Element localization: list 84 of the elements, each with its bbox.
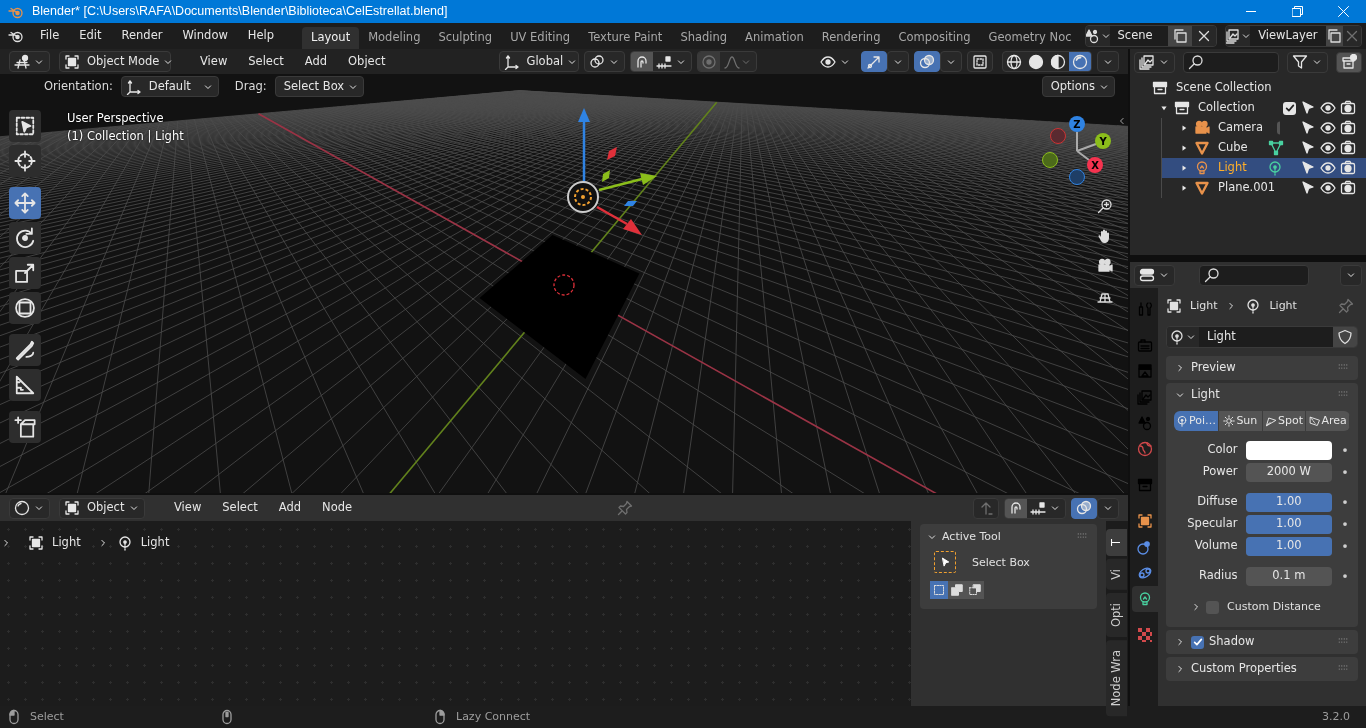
panel-title[interactable]: Shadow [1209, 635, 1331, 649]
field-label: Diffuse [1196, 495, 1238, 509]
workspace-tab[interactable]: Compositing [889, 27, 980, 49]
status-hint: Select [30, 710, 64, 724]
breadcrumb-item: Light [140, 536, 170, 550]
sidebar-tab[interactable]: T [1106, 529, 1127, 557]
menu-item[interactable]: Window [174, 29, 236, 43]
window-title: Blender* [C:\Users\RAFA\Documents\Blender\Biblioteca\CelEstrellat.blend] [32, 4, 449, 19]
light-type-button[interactable]: Area [1306, 411, 1350, 431]
axis-handle[interactable]: Z [1069, 116, 1085, 132]
tree-label: Plane.001 [1218, 181, 1276, 195]
menu-item[interactable]: Select [240, 54, 292, 69]
field-label: Specular [1186, 517, 1238, 531]
menu-item[interactable]: Help [239, 29, 283, 43]
workspace-tab[interactable]: Modeling [359, 27, 430, 49]
axis-handle[interactable]: Y [1095, 133, 1111, 149]
value-slider[interactable]: 1.00 [1245, 514, 1332, 534]
tree-label: Scene Collection [1176, 81, 1272, 95]
tree-label: Collection [1198, 101, 1255, 115]
scene-name-field[interactable]: Scene [1109, 26, 1169, 46]
menu-item[interactable]: Object [340, 54, 394, 69]
menu-item[interactable]: Render [113, 29, 171, 43]
drag-label: Drag: [234, 79, 267, 94]
menu-item[interactable]: View [166, 501, 210, 515]
view-layer-selector[interactable]: ViewLayer [1225, 25, 1362, 47]
active-tool-label: Select Box [972, 555, 1030, 569]
workspace-tab[interactable]: Rendering [812, 27, 890, 49]
sidebar-tab[interactable]: Vi [1106, 559, 1127, 590]
orientation-label: Orientation: [44, 79, 113, 94]
scene-selector[interactable]: Scene [1084, 25, 1218, 47]
number-field[interactable]: 2000 W [1245, 462, 1332, 482]
panel-title: Active Tool [942, 530, 1002, 544]
number-field[interactable]: 0.1 m [1245, 566, 1332, 586]
panel-title[interactable]: Custom Properties [1191, 662, 1331, 676]
light-type-button[interactable]: Spot [1262, 411, 1307, 431]
field-label: Power [1201, 465, 1238, 479]
field-label: Volume [1193, 539, 1238, 553]
view-layer-name-field[interactable]: ViewLayer [1250, 26, 1326, 46]
breadcrumb-item: Light [1190, 299, 1218, 313]
tree-label: Light [1218, 161, 1247, 175]
light-type-button[interactable]: Sun [1219, 411, 1263, 431]
field-label: Color [1206, 443, 1238, 457]
menu-item[interactable]: Add [270, 501, 310, 515]
orientation-setting-dropdown[interactable]: Default [120, 76, 219, 97]
field-label: Radius [1198, 569, 1238, 583]
outliner-row[interactable]: Cube [1162, 138, 1366, 158]
workspace-tab[interactable]: Shading [671, 27, 737, 49]
value-slider[interactable]: 1.00 [1245, 492, 1332, 512]
outliner-row[interactable]: Plane.001 [1162, 178, 1366, 198]
menu-item[interactable]: Edit [71, 29, 110, 43]
light-type-button[interactable]: Poi… [1174, 411, 1220, 431]
menu-item[interactable]: Add [296, 54, 336, 69]
view-name-label: User Perspective [67, 110, 165, 127]
workspace-tab[interactable]: Layout [302, 27, 360, 49]
status-hint: Lazy Connect [456, 710, 531, 724]
drag-dropdown[interactable]: Select Box [274, 76, 365, 97]
mode-dropdown[interactable]: Object Mode [59, 51, 171, 72]
workspace-tab[interactable]: Sculpting [429, 27, 502, 49]
sidebar-tab[interactable]: Node Wra [1106, 639, 1127, 717]
view-info-label: (1) Collection | Light [67, 128, 184, 145]
version-label: 3.2.0 [1322, 710, 1350, 724]
panel-title[interactable]: Preview [1191, 361, 1331, 375]
axis-handle[interactable]: X [1087, 157, 1103, 173]
menu-item[interactable]: Select [214, 501, 266, 515]
workspace-tab[interactable]: Texture Paint [579, 27, 672, 49]
menu-item[interactable]: View [192, 54, 236, 69]
data-type-dropdown[interactable]: Object [59, 497, 145, 519]
value-slider[interactable]: 1.00 [1245, 536, 1332, 556]
menu-item[interactable]: Node [314, 501, 361, 515]
workspace-tab[interactable]: UV Editing [501, 27, 580, 49]
orientation-dropdown[interactable]: Global [498, 51, 579, 72]
options-dropdown[interactable]: Options [1041, 76, 1115, 97]
tree-label: Camera [1218, 121, 1264, 135]
breadcrumb-item: Light [1269, 299, 1297, 313]
menu-item[interactable]: File [32, 29, 68, 43]
breadcrumb-item: Light [52, 536, 81, 550]
workspace-tab[interactable]: Geometry Noc [979, 27, 1081, 49]
outliner-row[interactable]: Light [1162, 158, 1366, 178]
tree-label: Cube [1218, 141, 1248, 155]
outliner-row[interactable]: Camera [1162, 118, 1366, 138]
workspace-tab[interactable]: Animation [736, 27, 813, 49]
panel-title[interactable]: Light [1191, 388, 1331, 402]
sidebar-tab[interactable]: Opti [1106, 592, 1127, 637]
panel-title[interactable]: Custom Distance [1227, 600, 1321, 614]
